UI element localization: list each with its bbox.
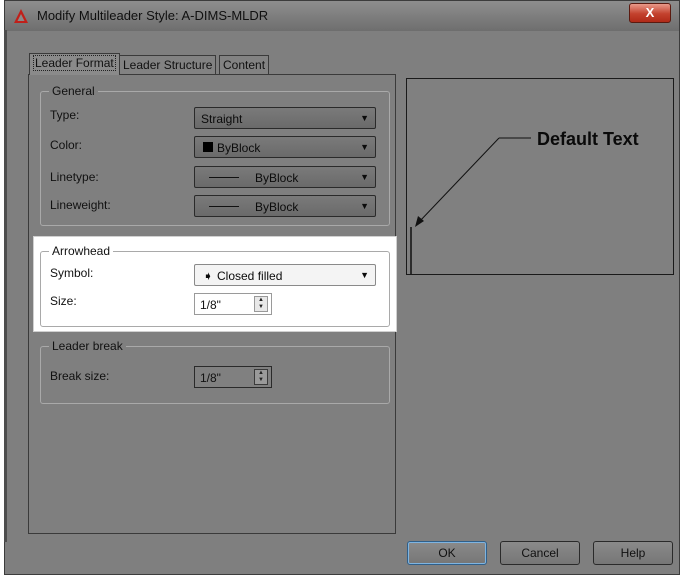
tab-leader-format[interactable]: Leader Format [29,53,120,75]
line-sample [209,177,239,178]
color-swatch [203,142,213,152]
chevron-down-icon: ▼ [360,113,369,123]
help-button[interactable]: Help [593,541,673,565]
window-frame-edge [4,30,7,542]
arrowhead-group: Arrowhead [40,244,390,327]
color-select[interactable]: ByBlock ▼ [194,136,376,158]
chevron-down-icon: ▼ [360,142,369,152]
size-label: Size: [50,294,77,308]
arrow-symbol-icon: ➧ [203,269,214,283]
tab-leader-structure[interactable]: Leader Structure [119,55,217,75]
close-button[interactable]: X [629,3,671,23]
ok-button[interactable]: OK [407,541,487,565]
linetype-select[interactable]: ByBlock ▼ [194,166,376,188]
tab-label: Content [223,58,266,72]
group-legend: General [49,84,98,98]
autocad-logo-icon [14,9,28,23]
window-title: Modify Multileader Style: A-DIMS-MLDR [37,8,269,23]
line-sample [209,206,239,207]
lineweight-select[interactable]: ByBlock ▼ [194,195,376,217]
break-size-stepper[interactable]: 1/8" ▲ ▼ [194,366,272,388]
type-select[interactable]: Straight ▼ [194,107,376,129]
chevron-down-icon: ▼ [360,172,369,182]
break-size-label: Break size: [50,369,110,383]
tab-content[interactable]: Content [219,55,270,75]
select-value: Closed filled [217,269,283,283]
leader-preview-graphic [410,137,531,274]
title-bar[interactable]: Modify Multileader Style: A-DIMS-MLDR X [5,1,679,31]
type-label: Type: [50,108,80,122]
select-value: Straight [201,112,243,126]
chevron-down-icon: ▼ [360,201,369,211]
select-value: ByBlock [217,141,261,155]
symbol-select[interactable]: ➧ Closed filled ▼ [194,264,376,286]
tab-label: Leader Structure [123,58,213,72]
spin-arrows-icon[interactable]: ▲ ▼ [254,296,268,312]
group-legend: Leader break [49,339,126,353]
color-label: Color: [50,138,83,152]
stepper-value: 1/8" [200,298,221,312]
symbol-label: Symbol: [50,266,94,280]
linetype-label: Linetype: [50,170,99,184]
preview-default-text: Default Text [537,129,639,149]
stepper-value: 1/8" [200,371,221,385]
size-stepper[interactable]: 1/8" ▲ ▼ [194,293,272,315]
select-value: ByBlock [255,171,299,185]
preview-pane: Default Text [406,78,674,275]
cancel-button[interactable]: Cancel [500,541,580,565]
group-legend: Arrowhead [49,244,114,258]
chevron-down-icon: ▼ [360,270,369,280]
spin-arrows-icon[interactable]: ▲ ▼ [254,369,268,385]
lineweight-label: Lineweight: [50,198,111,212]
tab-label: Leader Format [33,55,116,71]
select-value: ByBlock [255,200,299,214]
